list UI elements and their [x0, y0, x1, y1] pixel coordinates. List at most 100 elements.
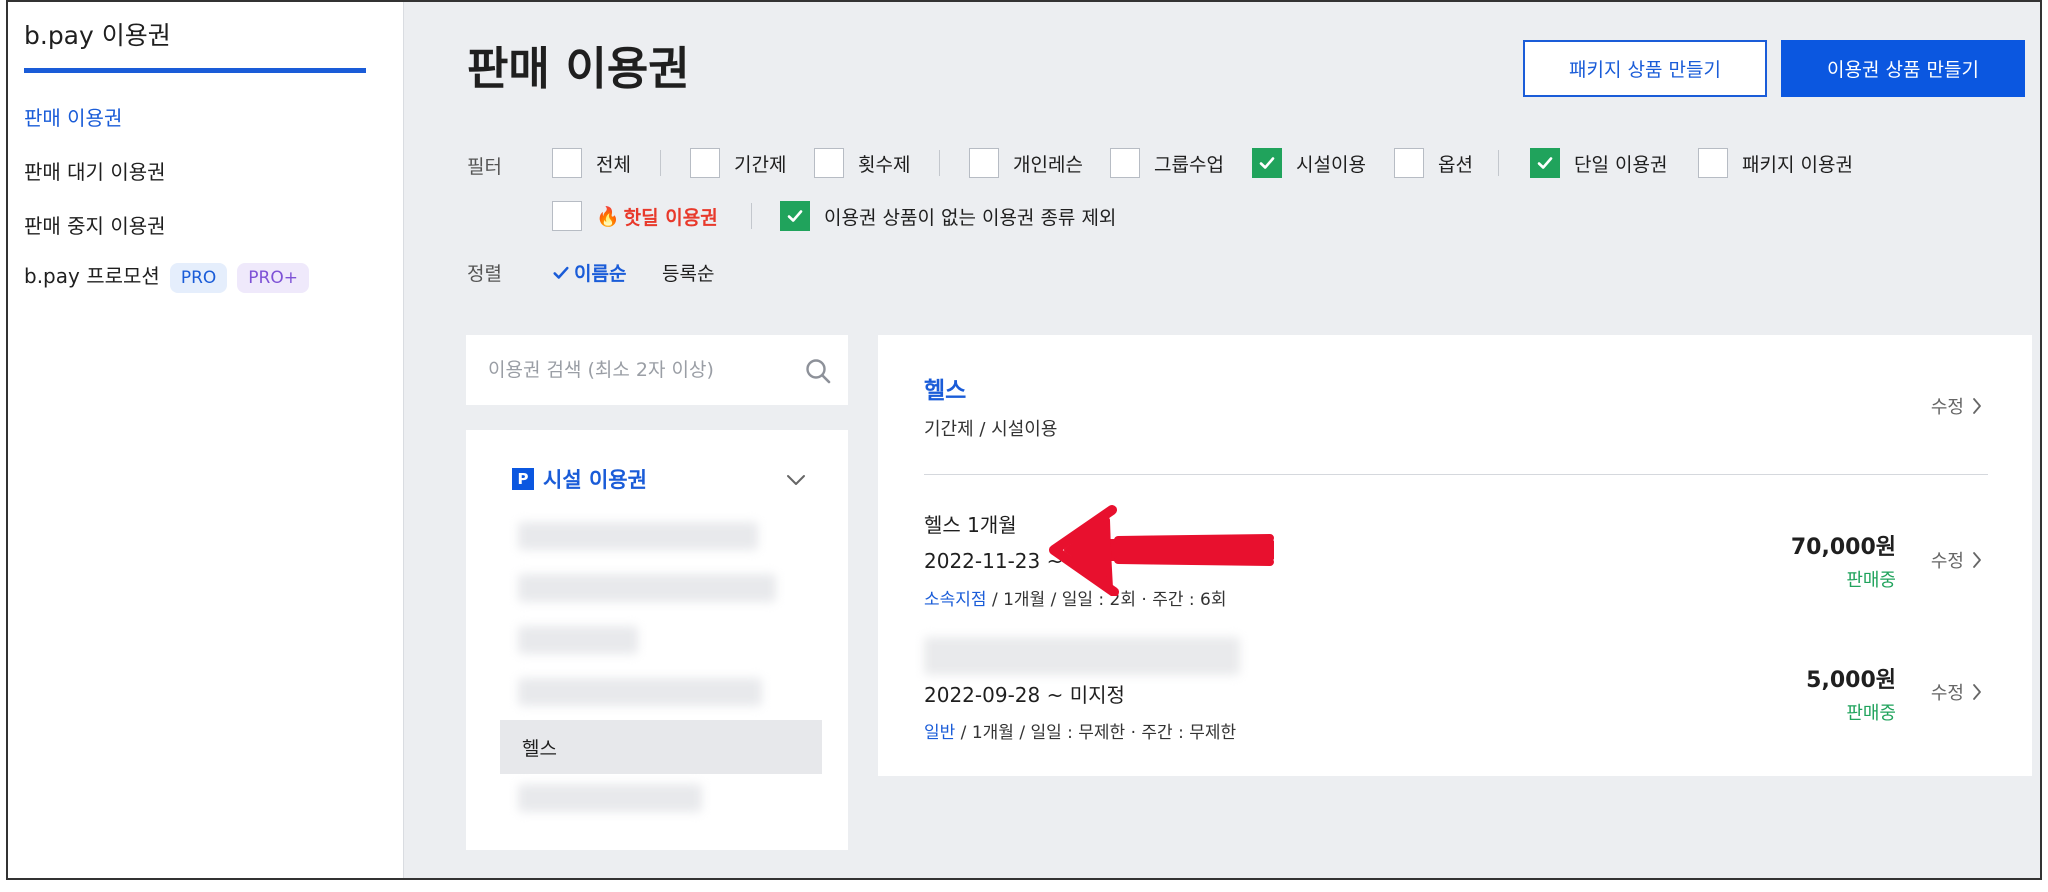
main-content: 판매 이용권 패키지 상품 만들기 이용권 상품 만들기 필터 전체 기간제 횟… [404, 2, 2040, 878]
checkbox[interactable] [1698, 148, 1728, 178]
sidebar-item-promotion-label: b.pay 프로모션 [24, 264, 160, 288]
status-badge: 판매중 [1846, 703, 1896, 724]
page-title: 판매 이용권 [467, 42, 690, 95]
chevron-right-icon [1973, 684, 1981, 700]
sidebar-item-sale[interactable]: 판매 이용권 [24, 102, 122, 131]
sidebar-active-bar [24, 68, 366, 73]
checkbox[interactable] [552, 201, 582, 231]
pro-badge: PRO [169, 262, 228, 293]
blurred-product-name [924, 637, 1240, 675]
create-pass-button[interactable]: 이용권 상품 만들기 [1781, 40, 2025, 97]
search-box [466, 335, 848, 405]
check-icon [1259, 157, 1275, 169]
product-date: 2022-09-28 ~ 미지정 [924, 683, 1125, 707]
pass-title: 헬스 [924, 378, 967, 404]
filter-option-label: 횟수제 [858, 153, 911, 176]
divider [939, 150, 940, 176]
sidebar-item-promotion[interactable]: b.pay 프로모션 PRO PRO+ [24, 260, 309, 293]
blurred-list-item[interactable] [518, 522, 758, 550]
product-meta-text: / 1개월 / 일일 : 무제한 · 주간 : 무제한 [955, 723, 1237, 743]
filter-personal-lesson[interactable]: 개인레슨 [969, 148, 1083, 178]
filter-option-label: 이용권 상품이 없는 이용권 종류 제외 [824, 206, 1117, 229]
checkbox[interactable] [1394, 148, 1424, 178]
check-icon [787, 210, 803, 222]
category-label: 시설 이용권 [543, 468, 647, 492]
blurred-list-item[interactable] [518, 626, 638, 654]
checkbox-checked[interactable] [1530, 148, 1560, 178]
edit-pass-button[interactable]: 수정 [1931, 393, 1982, 419]
filter-label: 필터 [467, 156, 502, 178]
check-icon [1537, 157, 1553, 169]
sort-label: 정렬 [467, 263, 502, 285]
search-input[interactable] [466, 335, 848, 405]
edit-label: 수정 [1930, 683, 1964, 704]
filter-hotdeal[interactable]: 🔥 핫딜 이용권 [552, 201, 718, 231]
filter-period[interactable]: 기간제 [690, 148, 786, 178]
edit-label: 수정 [1930, 551, 1964, 572]
chevron-down-icon[interactable] [786, 474, 806, 486]
product-meta: 일반 / 1개월 / 일일 : 무제한 · 주간 : 무제한 [924, 718, 1236, 743]
filter-option-label: 패키지 이용권 [1742, 153, 1853, 176]
category-header[interactable]: P 시설 이용권 [512, 464, 647, 494]
filter-exclude-empty[interactable]: 이용권 상품이 없는 이용권 종류 제외 [780, 201, 1116, 231]
parking-p-icon: P [512, 468, 534, 490]
sort-by-name[interactable]: 이름순 [552, 259, 626, 286]
product-price: 5,000원 [1806, 668, 1896, 693]
edit-label: 수정 [1930, 397, 1964, 418]
sidebar: b.pay 이용권 판매 이용권 판매 대기 이용권 판매 중지 이용권 b.p… [8, 2, 404, 878]
filter-option-label: 그룹수업 [1154, 153, 1224, 176]
chevron-right-icon [1973, 552, 1981, 568]
check-icon [553, 266, 569, 279]
status-badge: 판매중 [1846, 570, 1896, 591]
app-window: b.pay 이용권 판매 이용권 판매 대기 이용권 판매 중지 이용권 b.p… [6, 0, 2042, 880]
filter-group-class[interactable]: 그룹수업 [1110, 148, 1224, 178]
filter-option-label: 핫딜 이용권 [623, 206, 718, 229]
product-price: 70,000원 [1790, 535, 1896, 560]
red-arrow-annotation [1049, 505, 1274, 596]
filter-option-label: 단일 이용권 [1574, 153, 1668, 176]
filter-option-label: 옵션 [1438, 153, 1473, 176]
filter-option-label: 개인레슨 [1013, 153, 1083, 176]
filter-count[interactable]: 횟수제 [814, 148, 910, 178]
filter-option-label: 시설이용 [1296, 153, 1366, 176]
list-item-selected[interactable]: 헬스 [500, 720, 822, 774]
pass-subtitle: 기간제 / 시설이용 [924, 419, 1058, 440]
filter-single-pass[interactable]: 단일 이용권 [1530, 148, 1667, 178]
product-name: 헬스 1개월 [924, 513, 1017, 537]
checkbox[interactable] [814, 148, 844, 178]
search-icon[interactable] [804, 357, 832, 385]
divider [660, 150, 661, 176]
filter-package-pass[interactable]: 패키지 이용권 [1698, 148, 1853, 178]
pass-type-list: P 시설 이용권 헬스 [466, 430, 848, 850]
blurred-list-item[interactable] [518, 678, 762, 706]
pro-plus-badge: PRO+ [237, 262, 309, 293]
filter-all[interactable]: 전체 [552, 148, 631, 178]
filter-facility[interactable]: 시설이용 [1252, 148, 1366, 178]
branch-link[interactable]: 일반 [924, 723, 955, 743]
blurred-list-item[interactable] [518, 574, 776, 602]
checkbox[interactable] [552, 148, 582, 178]
sort-option-label: 이름순 [574, 263, 627, 285]
divider [1498, 150, 1499, 176]
checkbox[interactable] [969, 148, 999, 178]
filter-option[interactable]: 옵션 [1394, 148, 1473, 178]
sidebar-title: b.pay 이용권 [24, 21, 171, 50]
checkbox[interactable] [690, 148, 720, 178]
sidebar-item-pending[interactable]: 판매 대기 이용권 [24, 156, 166, 185]
checkbox[interactable] [1110, 148, 1140, 178]
chevron-right-icon [1973, 398, 1981, 414]
checkbox-checked[interactable] [780, 201, 810, 231]
divider [751, 203, 752, 229]
filter-option-label: 전체 [596, 153, 631, 176]
create-package-button[interactable]: 패키지 상품 만들기 [1523, 40, 1767, 97]
edit-product-button[interactable]: 수정 [1931, 679, 1982, 705]
branch-link[interactable]: 소속지점 [924, 590, 987, 610]
filter-option-label: 기간제 [734, 153, 787, 176]
checkbox-checked[interactable] [1252, 148, 1282, 178]
divider [924, 474, 1988, 475]
blurred-list-item[interactable] [518, 784, 702, 812]
edit-product-button[interactable]: 수정 [1931, 547, 1982, 573]
fire-icon: 🔥 [596, 205, 620, 228]
sort-by-registration[interactable]: 등록순 [662, 259, 714, 286]
sidebar-item-stopped[interactable]: 판매 중지 이용권 [24, 210, 166, 239]
